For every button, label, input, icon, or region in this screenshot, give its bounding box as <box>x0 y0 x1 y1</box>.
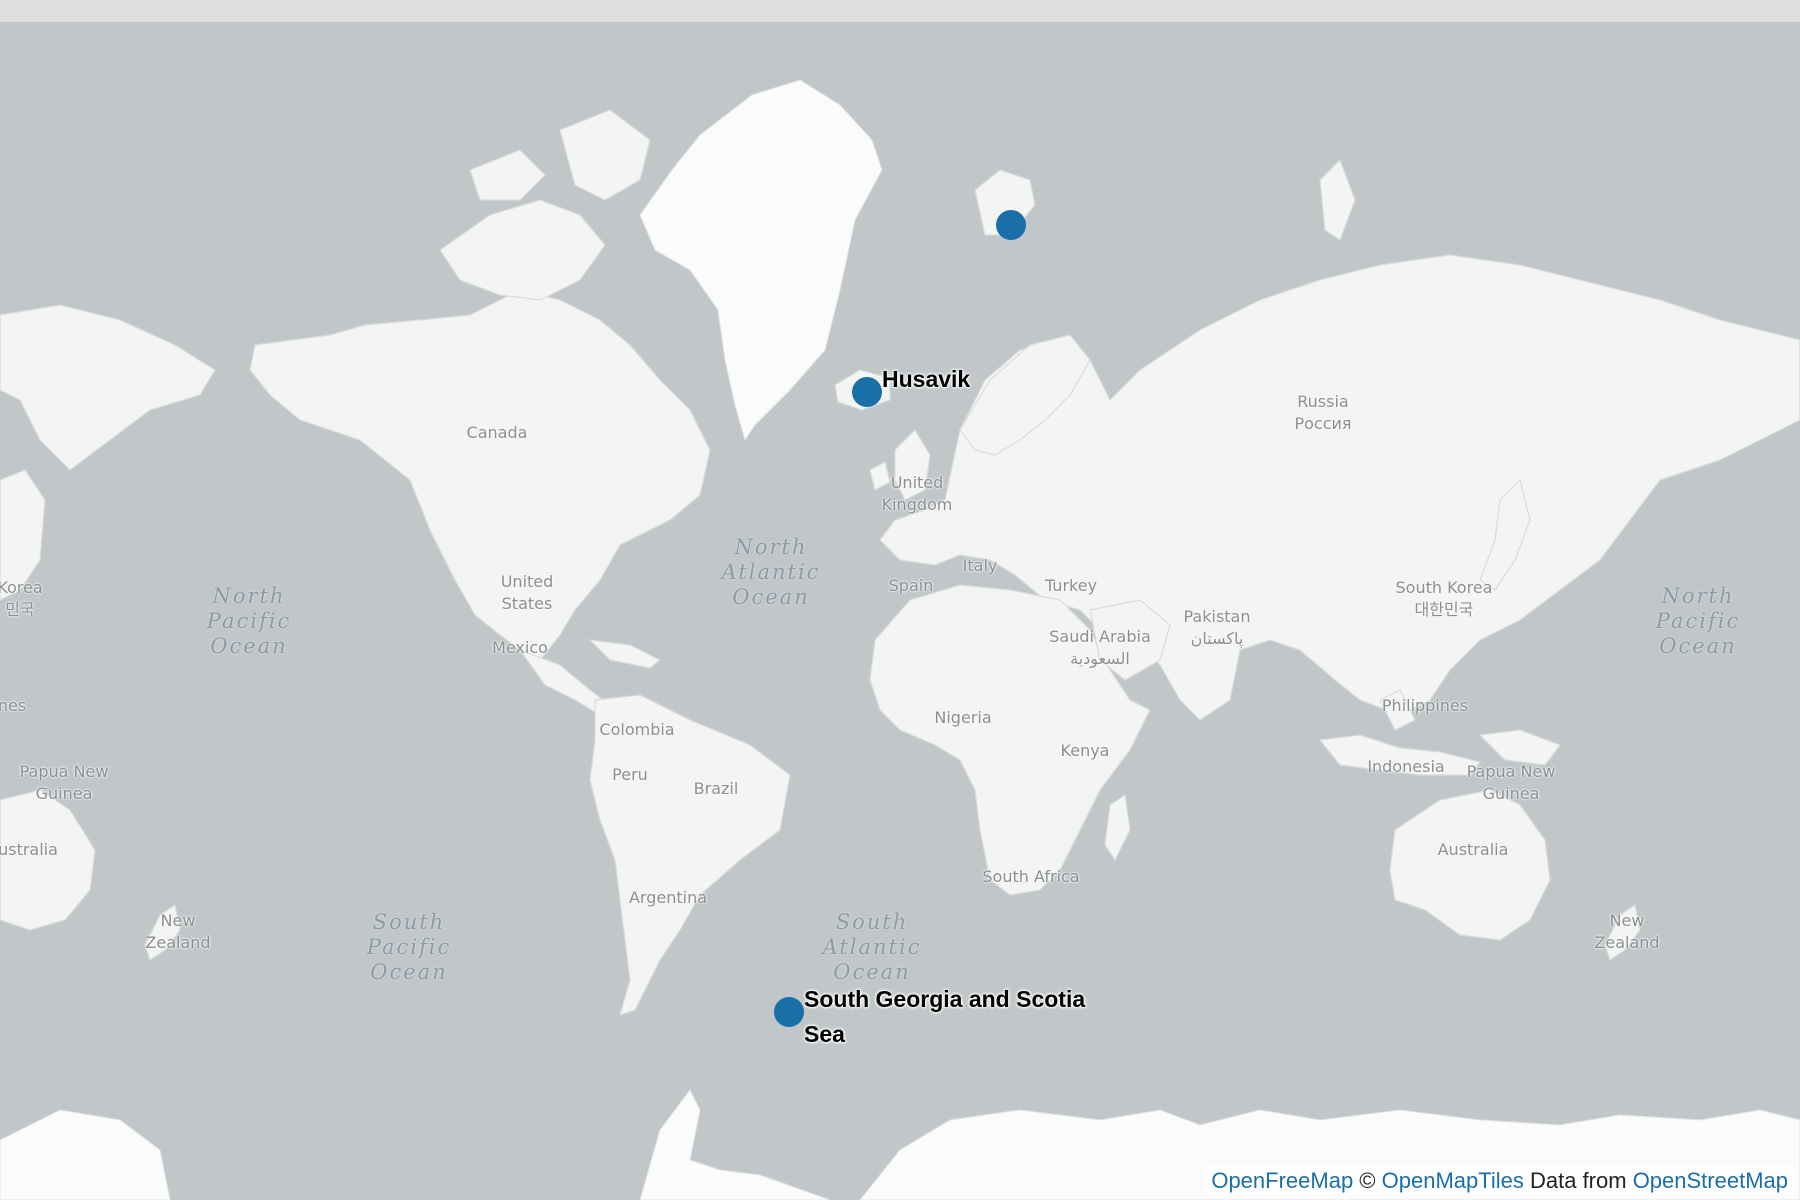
label-papua-new-guinea-west: Papua New Guinea <box>19 762 109 803</box>
label-italy: Italy <box>962 556 998 575</box>
copyright-sign: © <box>1353 1168 1382 1193</box>
label-australia-west: ustralia <box>0 840 58 859</box>
marker-svalbard[interactable] <box>996 210 1026 240</box>
map-attribution: OpenFreeMap © OpenMapTiles Data from Ope… <box>1205 1166 1794 1196</box>
label-australia: Australia <box>1437 840 1509 859</box>
link-openmaptiles[interactable]: OpenMapTiles <box>1382 1168 1524 1193</box>
link-openfreemap[interactable]: OpenFreeMap <box>1211 1168 1353 1193</box>
link-openstreetmap[interactable]: OpenStreetMap <box>1633 1168 1788 1193</box>
label-argentina: Argentina <box>628 888 708 907</box>
label-south-pacific: South Pacific Ocean <box>366 910 452 984</box>
label-papua-new-guinea: Papua New Guinea <box>1466 762 1556 803</box>
marker-south-georgia[interactable] <box>774 997 804 1027</box>
land-australia <box>1389 789 1551 941</box>
label-south-korea: South Korea 대한민국 <box>1395 578 1493 619</box>
label-philippines-west: nes <box>0 696 27 715</box>
data-from-text: Data from <box>1523 1168 1633 1193</box>
label-pakistan: Pakistan پاکستان <box>1183 607 1251 648</box>
land-new-guinea <box>1478 729 1561 766</box>
label-united-kingdom: United Kingdom <box>881 473 953 514</box>
marker-label-husavik: Husavik <box>882 366 971 392</box>
marker-label-south-georgia: South Georgia and Scotia Sea <box>804 986 1086 1047</box>
label-spain: Spain <box>888 576 934 595</box>
label-new-zealand: New Zealand <box>1594 911 1660 952</box>
label-indonesia: Indonesia <box>1367 757 1445 776</box>
land-madagascar <box>1104 793 1131 862</box>
label-north-pacific-west: North Pacific Ocean <box>206 584 292 658</box>
label-north-pacific-east: North Pacific Ocean <box>1655 584 1741 658</box>
label-south-korea-west: Korea 민국 <box>0 578 43 619</box>
marker-husavik[interactable] <box>852 377 882 407</box>
label-north-atlantic: North Atlantic Ocean <box>721 535 821 609</box>
label-south-atlantic: South Atlantic Ocean <box>822 910 922 984</box>
label-peru: Peru <box>612 765 648 784</box>
label-colombia: Colombia <box>599 720 675 739</box>
map-canvas[interactable]: Canada United States Mexico Colombia Per… <box>0 22 1800 1200</box>
land-novaya-zemlya <box>1319 158 1356 241</box>
land-arctic-islands <box>439 109 651 301</box>
label-united-states: United States <box>500 572 554 613</box>
label-nigeria: Nigeria <box>934 708 992 727</box>
land-alaska <box>0 304 216 471</box>
label-russia: Russia Россия <box>1294 392 1352 433</box>
label-saudi-arabia: Saudi Arabia السعودية <box>1049 627 1151 668</box>
top-bar <box>0 0 1800 22</box>
land-caribbean <box>588 639 662 669</box>
label-canada: Canada <box>466 423 528 442</box>
label-philippines: Philippines <box>1381 696 1469 715</box>
land-north-america <box>249 289 711 661</box>
label-turkey: Turkey <box>1044 576 1098 595</box>
label-mexico: Mexico <box>492 638 548 657</box>
label-brazil: Brazil <box>693 779 739 798</box>
label-south-africa: South Africa <box>982 867 1080 886</box>
label-new-zealand-west: New Zealand <box>145 911 211 952</box>
label-kenya: Kenya <box>1060 741 1110 760</box>
land-south-america <box>589 694 791 1016</box>
